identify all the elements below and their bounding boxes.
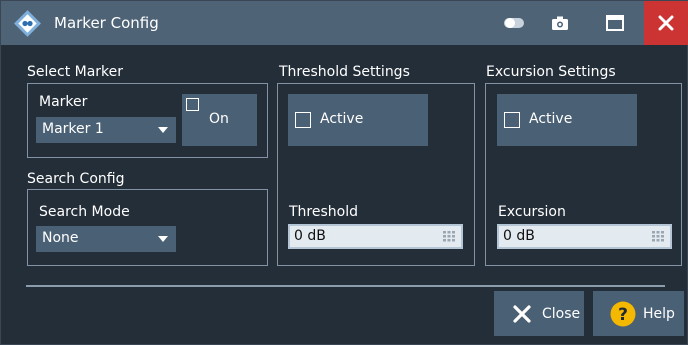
- display-toggle-button[interactable]: [492, 1, 536, 45]
- camera-icon: [552, 16, 568, 30]
- svg-text:?: ?: [618, 305, 628, 325]
- window-title: Marker Config: [54, 14, 159, 32]
- screenshot-button[interactable]: [538, 1, 582, 45]
- toggle-icon: [504, 18, 524, 28]
- footer-separator: [26, 285, 665, 287]
- search-mode-value: None: [42, 230, 79, 246]
- excursion-value: 0 dB: [503, 228, 535, 244]
- help-button[interactable]: ? Help: [593, 291, 684, 336]
- threshold-active-checkbox[interactable]: [295, 112, 311, 128]
- close-button[interactable]: Close: [494, 291, 584, 336]
- help-button-label: Help: [643, 305, 675, 322]
- marker-dropdown-value: Marker 1: [42, 121, 104, 137]
- marker-on-checkbox[interactable]: [186, 98, 199, 111]
- excursion-label: Excursion: [498, 204, 566, 220]
- excursion-input[interactable]: 0 dB: [497, 224, 672, 249]
- keypad-icon[interactable]: [443, 231, 455, 242]
- select-marker-heading: Select Marker: [27, 64, 124, 80]
- maximize-icon: [606, 15, 624, 31]
- chevron-down-icon: [158, 236, 168, 242]
- keypad-icon[interactable]: [652, 231, 664, 242]
- window-close-button[interactable]: [644, 1, 688, 45]
- excursion-active-checkbox[interactable]: [504, 112, 520, 128]
- title-bar[interactable]: Marker Config: [1, 1, 688, 45]
- close-x-icon: [513, 304, 531, 323]
- marker-on-toggle[interactable]: On: [182, 94, 257, 146]
- threshold-label: Threshold: [289, 204, 358, 220]
- search-mode-dropdown[interactable]: None: [36, 226, 176, 252]
- help-icon: ?: [610, 301, 636, 326]
- threshold-active-toggle[interactable]: Active: [288, 94, 428, 146]
- threshold-input[interactable]: 0 dB: [288, 224, 463, 249]
- excursion-active-toggle[interactable]: Active: [497, 94, 637, 146]
- marker-label: Marker: [39, 94, 88, 110]
- chevron-down-icon: [158, 127, 168, 133]
- excursion-active-label: Active: [529, 111, 573, 127]
- threshold-value: 0 dB: [294, 228, 326, 244]
- logo-icon: [14, 10, 41, 37]
- threshold-settings-heading: Threshold Settings: [279, 64, 410, 80]
- threshold-active-label: Active: [320, 111, 364, 127]
- marker-on-label: On: [209, 111, 229, 127]
- marker-config-dialog: Marker Config Select Marker Marker Marke…: [0, 0, 688, 345]
- close-icon: [658, 15, 674, 31]
- search-config-heading: Search Config: [27, 171, 125, 187]
- excursion-settings-heading: Excursion Settings: [486, 64, 616, 80]
- search-mode-label: Search Mode: [39, 204, 130, 220]
- close-button-label: Close: [542, 305, 581, 322]
- marker-dropdown[interactable]: Marker 1: [36, 117, 176, 143]
- maximize-button[interactable]: [593, 1, 637, 45]
